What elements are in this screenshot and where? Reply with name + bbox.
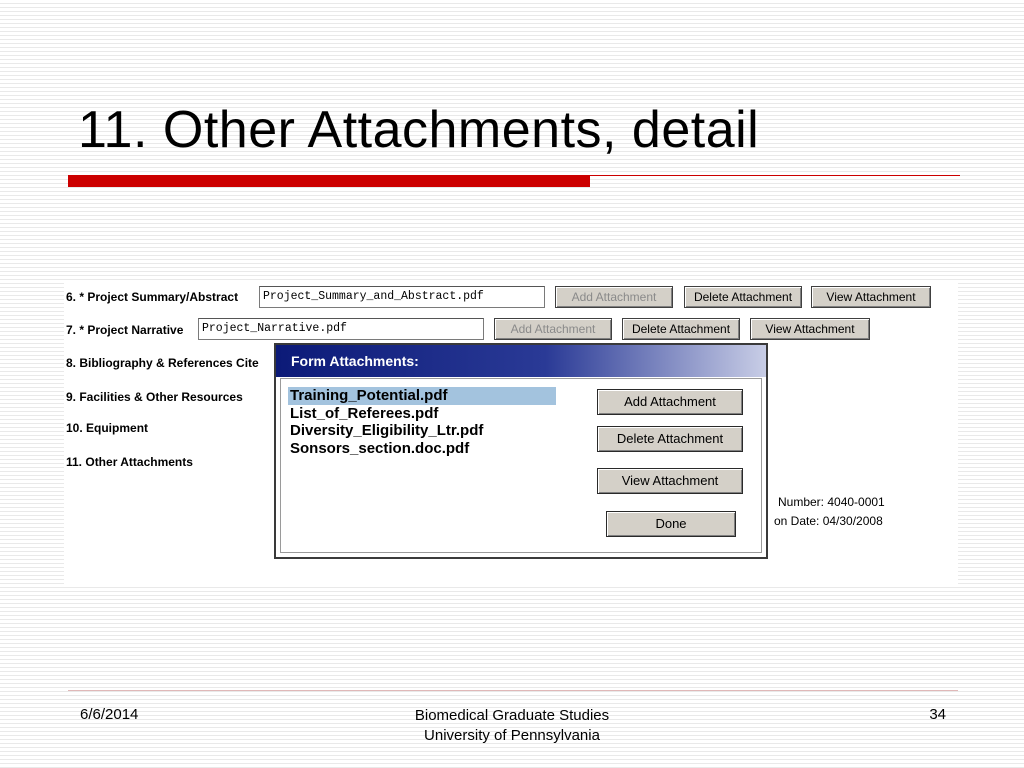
- title-underline-thin: [590, 175, 960, 176]
- footer-institution: Biomedical Graduate Studies University o…: [362, 706, 662, 746]
- project-summary-file-field[interactable]: Project_Summary_and_Abstract.pdf: [259, 286, 545, 308]
- dialog-done-button[interactable]: Done: [606, 511, 736, 537]
- attachment-list-item[interactable]: Diversity_Eligibility_Ltr.pdf: [288, 422, 556, 440]
- form-attachments-dialog: Form Attachments: Training_Potential.pdf…: [274, 343, 768, 559]
- attachment-list-item[interactable]: Training_Potential.pdf: [288, 387, 556, 405]
- attachment-list[interactable]: Training_Potential.pdf List_of_Referees.…: [288, 387, 556, 457]
- footer-date: 6/6/2014: [80, 706, 139, 723]
- expiration-date-text: on Date: 04/30/2008: [774, 514, 883, 528]
- dialog-titlebar[interactable]: Form Attachments:: [276, 345, 766, 377]
- dialog-delete-attachment-button[interactable]: Delete Attachment: [597, 426, 743, 452]
- footer-divider: [68, 690, 958, 691]
- attachment-list-item[interactable]: Sonsors_section.doc.pdf: [288, 440, 556, 458]
- row-label-other-attachments: 11. Other Attachments: [66, 455, 193, 469]
- project-narrative-delete-attachment-button[interactable]: Delete Attachment: [622, 318, 740, 340]
- footer-page-number: 34: [929, 706, 946, 723]
- project-summary-add-attachment-button[interactable]: Add Attachment: [555, 286, 673, 308]
- project-summary-delete-attachment-button[interactable]: Delete Attachment: [684, 286, 802, 308]
- row-label-equipment: 10. Equipment: [66, 421, 149, 435]
- dialog-view-attachment-button[interactable]: View Attachment: [597, 468, 743, 494]
- title-underline-thick: [68, 175, 590, 187]
- project-narrative-view-attachment-button[interactable]: View Attachment: [750, 318, 870, 340]
- omb-number-text: Number: 4040-0001: [778, 495, 885, 509]
- project-narrative-file-field[interactable]: Project_Narrative.pdf: [198, 318, 484, 340]
- dialog-add-attachment-button[interactable]: Add Attachment: [597, 389, 743, 415]
- footer-program: Biomedical Graduate Studies: [414, 707, 610, 724]
- footer-university: University of Pennsylvania: [424, 727, 600, 744]
- slide-title: 11. Other Attachments, detail: [78, 101, 760, 159]
- row-label-bibliography: 8. Bibliography & References Cite: [66, 356, 259, 370]
- project-summary-view-attachment-button[interactable]: View Attachment: [811, 286, 931, 308]
- row-label-project-narrative: 7. * Project Narrative: [66, 323, 184, 337]
- row-label-project-summary: 6. * Project Summary/Abstract: [66, 290, 239, 304]
- project-narrative-add-attachment-button[interactable]: Add Attachment: [494, 318, 612, 340]
- attachment-list-item[interactable]: List_of_Referees.pdf: [288, 405, 556, 423]
- row-label-facilities: 9. Facilities & Other Resources: [66, 390, 243, 404]
